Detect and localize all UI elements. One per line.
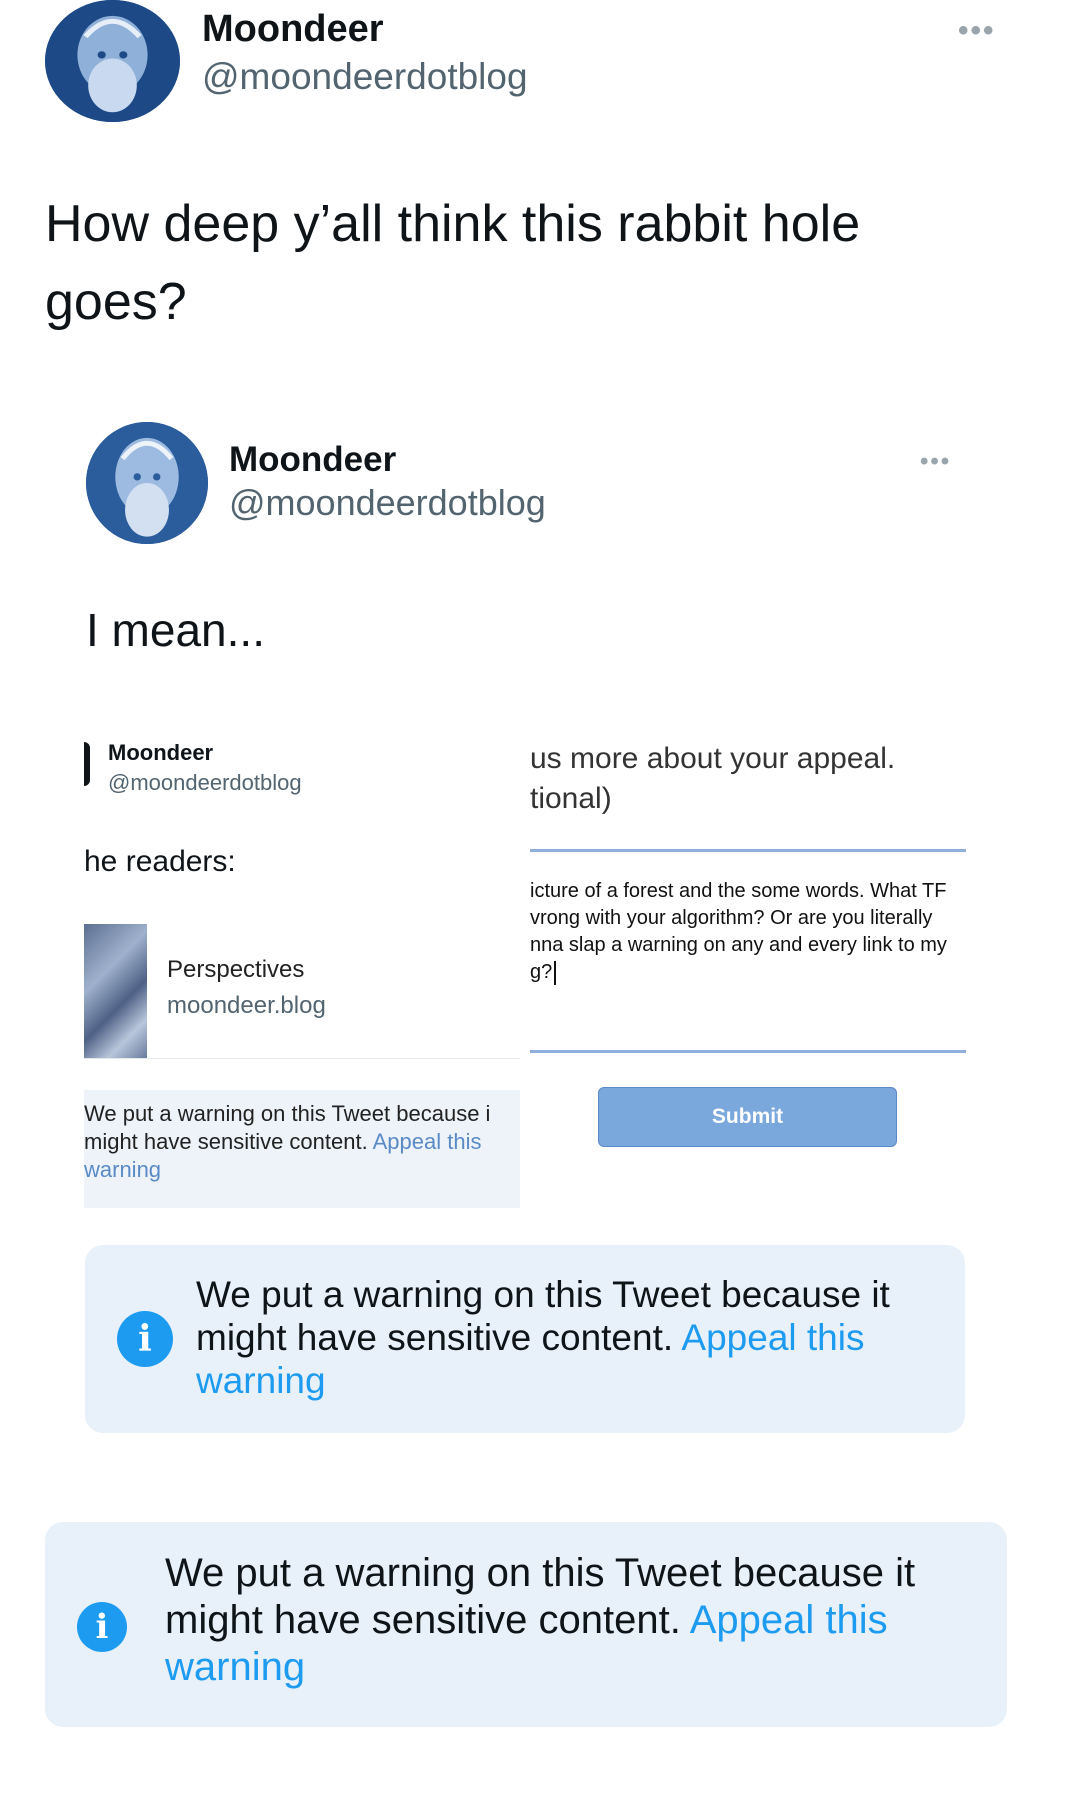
avatar[interactable] <box>45 0 180 122</box>
info-icon: i <box>117 1311 173 1367</box>
more-horizontal-icon: ••• <box>920 448 952 475</box>
author-handle: @moondeerdotblog <box>108 770 302 795</box>
warning-text-block: We put a warning on this Tweet because i… <box>165 1550 915 1691</box>
appeal-link: Appeal this <box>681 1317 865 1358</box>
tweet-text: How deep y’all think this rabbit hole go… <box>45 195 861 331</box>
appeal-text: g? <box>530 961 553 983</box>
warning-text: We put a warning on this Tweet because i <box>84 1101 491 1126</box>
warning-text-block: We put a warning on this Tweet because i… <box>196 1273 890 1402</box>
appeal-text: nna slap a warning on any and every link… <box>530 934 947 956</box>
author-name: Moondeer <box>108 740 214 765</box>
warning-text: We put a warning on this Tweet because i… <box>196 1274 890 1315</box>
info-icon: i <box>77 1602 127 1652</box>
warning-text: We put a warning on this Tweet because i… <box>165 1551 916 1595</box>
warning-box: i We put a warning on this Tweet because… <box>45 1522 1007 1727</box>
warning-box: We put a warning on this Tweet because i… <box>84 1090 520 1208</box>
warning-text: might have sensitive content. <box>84 1129 368 1154</box>
appeal-link: warning <box>196 1360 326 1401</box>
text-cursor <box>554 960 557 985</box>
warning-text: might have sensitive content. <box>196 1317 674 1358</box>
appeal-text: icture of a forest and the some words. W… <box>530 880 947 902</box>
appeal-link: warning <box>84 1157 162 1182</box>
appeal-link: Appeal this <box>372 1129 482 1154</box>
cropped-avatar <box>84 742 90 786</box>
author-name: Moondeer <box>229 440 397 479</box>
input-top-border <box>530 849 966 852</box>
appeal-text: vrong with your algorithm? Or are you li… <box>530 907 933 929</box>
avatar <box>86 422 208 544</box>
author-name[interactable]: Moondeer <box>202 8 384 51</box>
appeal-link[interactable]: warning <box>165 1644 915 1691</box>
link-card: Perspectives moondeer.blog <box>84 924 520 1059</box>
card-domain: moondeer.blog <box>167 992 326 1019</box>
appeal-link[interactable]: Appeal this <box>690 1598 888 1642</box>
submit-button: Submit <box>598 1087 897 1147</box>
warning-box: i We put a warning on this Tweet because… <box>85 1245 965 1433</box>
card-title: Perspectives <box>167 956 305 983</box>
appeal-prompt: us more about your appeal. <box>530 742 896 775</box>
appeal-optional: tional) <box>530 782 612 815</box>
avatar-image <box>45 0 180 122</box>
tweet-text: he readers: <box>84 845 236 878</box>
tweet-text: I mean... <box>86 604 265 656</box>
warning-text: might have sensitive content. <box>165 1598 681 1642</box>
card-image <box>84 924 147 1058</box>
avatar-image <box>86 422 208 544</box>
input-bottom-border <box>530 1050 966 1053</box>
author-handle: @moondeerdotblog <box>229 482 546 523</box>
author-handle[interactable]: @moondeerdotblog <box>202 56 528 98</box>
appeal-textarea: icture of a forest and the some words. W… <box>530 878 966 986</box>
more-horizontal-icon[interactable]: ••• <box>958 14 996 48</box>
